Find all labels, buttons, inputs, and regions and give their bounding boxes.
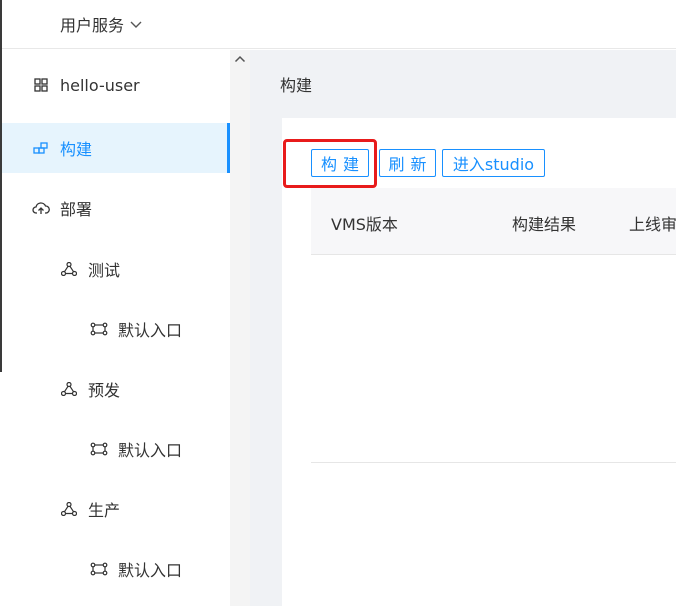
gateway-icon — [90, 560, 108, 578]
build-icon — [32, 139, 50, 157]
sidebar-item-label: 默认入口 — [118, 321, 183, 340]
sidebar-item-label: 默认入口 — [118, 561, 183, 580]
sidebar-item-label: 预发 — [88, 381, 121, 400]
cluster-icon — [60, 500, 78, 518]
service-selector[interactable]: 用户服务 — [60, 12, 142, 36]
gateway-icon — [90, 320, 108, 338]
column-header-vms-version[interactable]: VMS版本 — [331, 211, 398, 235]
cluster-icon — [60, 260, 78, 278]
sidebar-scrollbar[interactable] — [230, 50, 250, 606]
table-header: VMS版本 构建结果 上线审 — [311, 188, 676, 255]
column-header-online-review[interactable]: 上线审 — [629, 211, 676, 235]
sidebar-item-test[interactable]: 测试 — [2, 244, 230, 294]
column-header-build-result[interactable]: 构建结果 — [512, 211, 576, 235]
sidebar-item-label: hello-user — [60, 75, 140, 95]
sidebar: hello-user 构建 部署 测试 默认入口 预发 默认入口 生产 默认入口 — [2, 50, 230, 606]
enter-studio-button[interactable]: 进入studio — [442, 149, 545, 177]
grid-icon — [32, 76, 50, 94]
gateway-icon — [90, 440, 108, 458]
sidebar-item-label: 默认入口 — [118, 441, 183, 460]
sidebar-item-label: 构建 — [60, 140, 93, 159]
sidebar-item-hello-user[interactable]: hello-user — [2, 60, 230, 110]
sidebar-item-production[interactable]: 生产 — [2, 484, 230, 534]
top-bar: 用户服务 — [2, 0, 676, 49]
cloud-upload-icon — [32, 199, 50, 217]
service-name: 用户服务 — [60, 16, 125, 35]
table-body — [311, 256, 676, 463]
chevron-down-icon — [130, 18, 142, 32]
refresh-button[interactable]: 刷新 — [379, 149, 436, 177]
sidebar-item-default-entry[interactable]: 默认入口 — [2, 544, 230, 594]
sidebar-item-label: 测试 — [88, 261, 121, 280]
sidebar-item-deploy[interactable]: 部署 — [2, 183, 230, 233]
page-title: 构建 — [280, 76, 313, 95]
sidebar-item-default-entry[interactable]: 默认入口 — [2, 304, 230, 354]
cluster-icon — [60, 380, 78, 398]
build-button[interactable]: 构建 — [311, 149, 369, 177]
sidebar-item-build[interactable]: 构建 — [2, 123, 230, 173]
sidebar-item-label: 部署 — [60, 200, 93, 219]
sidebar-item-staging[interactable]: 预发 — [2, 364, 230, 414]
sidebar-item-label: 生产 — [88, 501, 121, 520]
scroll-up-icon[interactable] — [233, 52, 247, 66]
sidebar-item-default-entry[interactable]: 默认入口 — [2, 424, 230, 474]
